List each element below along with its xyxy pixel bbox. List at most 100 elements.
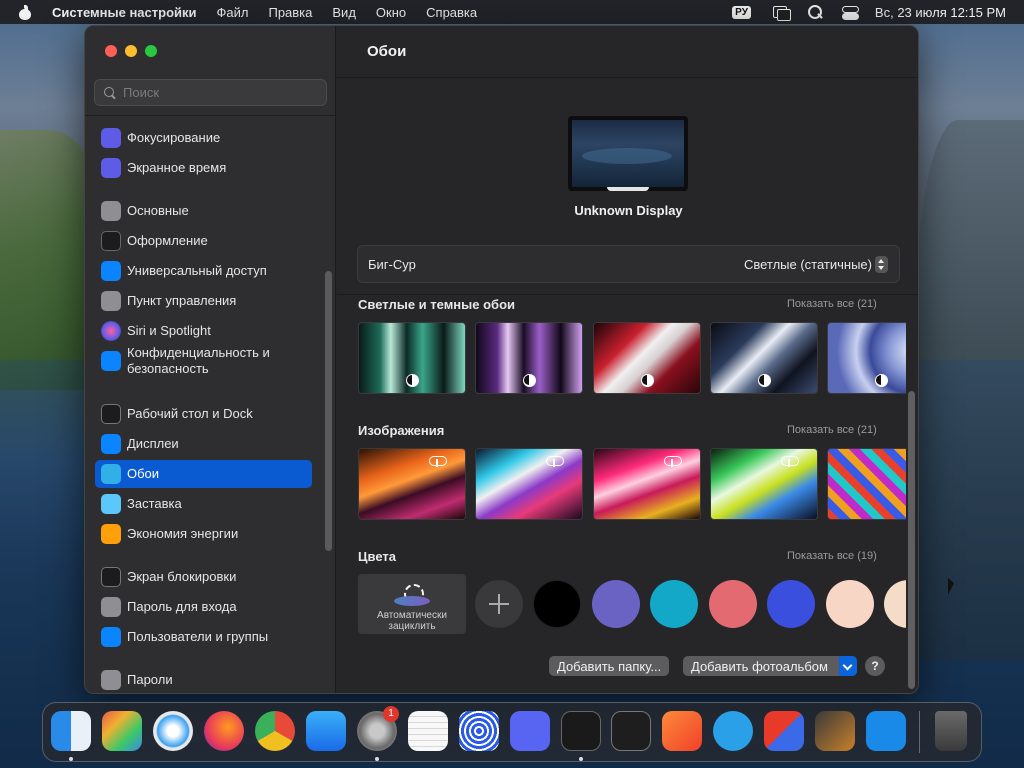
garageband-icon[interactable] <box>815 711 855 751</box>
wallpaper-thumbnail[interactable] <box>358 322 466 394</box>
sidebar-item-focus[interactable]: Фокусирование <box>95 124 312 152</box>
download-cloud-icon <box>546 453 564 467</box>
zoom-button[interactable] <box>145 45 157 57</box>
sidebar-item-users-groups[interactable]: Пользователи и группы <box>95 623 312 651</box>
menu-bar: Системные настройки Файл Правка Вид Окно… <box>0 0 1024 24</box>
add-album-label: Добавить фотоальбом <box>691 658 828 674</box>
vscode-icon[interactable] <box>866 711 906 751</box>
wallpaper-thumbnail[interactable] <box>827 322 906 394</box>
trash-icon[interactable] <box>935 711 967 751</box>
sidebar-item-label: Пользователи и группы <box>127 629 269 644</box>
parallels-icon[interactable] <box>764 711 804 751</box>
sidebar-item-screen-time[interactable]: Экранное время <box>95 154 312 182</box>
sidebar-item-privacy-security[interactable]: Конфиденциальность и безопасность <box>95 341 312 381</box>
download-cloud-icon <box>429 453 447 467</box>
telegram-icon[interactable] <box>713 711 753 751</box>
menu-clock[interactable]: Вс, 23 июля 12:15 PM <box>875 5 1006 20</box>
discord-icon[interactable] <box>510 711 550 751</box>
wallpaper-thumbnail[interactable] <box>475 322 583 394</box>
auto-rotate-label: Автоматически зациклить <box>377 610 447 632</box>
sidebar-item-label: Конфиденциальность и безопасность <box>127 345 270 376</box>
wallpaper-thumbnail[interactable] <box>358 448 466 520</box>
add-folder-button[interactable]: Добавить папку... <box>549 656 669 676</box>
sidebar-item-wallpaper[interactable]: Обои <box>95 460 312 488</box>
sidebar-item-accessibility[interactable]: Универсальный доступ <box>95 257 312 285</box>
color-swatch[interactable] <box>767 580 815 628</box>
page-title: Обои <box>367 43 407 60</box>
menu-app-name[interactable]: Системные настройки <box>46 5 207 20</box>
control-center-icon[interactable] <box>839 4 861 20</box>
textedit-icon[interactable] <box>408 711 448 751</box>
sidebar-scrollbar[interactable] <box>325 271 332 551</box>
wallpaper-thumbnail[interactable] <box>593 448 701 520</box>
wallpaper-thumbnail[interactable] <box>593 322 701 394</box>
sidebar-item-login-password[interactable]: Пароль для входа <box>95 593 312 621</box>
app-store-icon[interactable] <box>306 711 346 751</box>
wallpaper-mode-select[interactable]: Светлые (статичные) <box>744 257 872 272</box>
running-indicator <box>375 757 379 761</box>
siri-icon <box>101 321 121 341</box>
sidebar-item-lock-screen[interactable]: Экран блокировки <box>95 563 312 591</box>
spotlight-search-icon[interactable] <box>805 4 827 20</box>
section-title: Изображения <box>358 423 445 438</box>
menu-window[interactable]: Окно <box>366 5 416 20</box>
sidebar-item-displays[interactable]: Дисплеи <box>95 430 312 458</box>
swift-playgrounds-icon[interactable] <box>662 711 702 751</box>
apple-icon[interactable] <box>18 4 32 20</box>
firefox-icon[interactable] <box>204 711 244 751</box>
input-source-indicator[interactable]: РУ <box>732 5 751 19</box>
simulator-icon[interactable] <box>459 711 499 751</box>
color-swatch[interactable] <box>884 580 906 628</box>
safari-icon[interactable] <box>153 711 193 751</box>
chevron-down-icon[interactable] <box>839 656 857 676</box>
console-icon[interactable] <box>611 711 651 751</box>
sidebar-item-label: Дисплеи <box>127 436 179 451</box>
cycle-icon <box>394 582 430 606</box>
wallpaper-thumbnail[interactable] <box>710 448 818 520</box>
search-icon <box>102 85 118 101</box>
show-all-button[interactable]: Показать все (19) <box>787 550 877 562</box>
menu-view[interactable]: Вид <box>322 5 366 20</box>
search-field[interactable] <box>94 79 327 106</box>
content-scrollbar[interactable] <box>908 391 915 689</box>
sidebar-item-appearance[interactable]: Оформление <box>95 227 312 255</box>
moon-icon <box>101 128 121 148</box>
screen-mirroring-icon[interactable] <box>771 4 793 21</box>
thumbnail-strip <box>358 322 906 394</box>
lock-icon <box>101 597 121 617</box>
auto-rotate-tile[interactable]: Автоматически зациклить <box>358 574 466 634</box>
running-indicator <box>69 757 73 761</box>
chrome-icon[interactable] <box>255 711 295 751</box>
sidebar-item-screen-saver[interactable]: Заставка <box>95 490 312 518</box>
light-dark-icon <box>641 374 654 387</box>
sidebar-item-desktop-dock[interactable]: Рабочий стол и Dock <box>95 400 312 428</box>
menu-edit[interactable]: Правка <box>258 5 322 20</box>
finder-icon[interactable] <box>51 711 91 751</box>
sidebar-item-passwords[interactable]: Пароли <box>95 666 312 693</box>
sidebar-item-general[interactable]: Основные <box>95 197 312 225</box>
help-button[interactable]: ? <box>865 656 885 676</box>
wallpaper-thumbnail[interactable] <box>710 322 818 394</box>
updown-chevron-icon[interactable] <box>875 256 888 273</box>
color-swatch[interactable] <box>650 580 698 628</box>
color-swatch[interactable] <box>533 580 581 628</box>
show-all-button[interactable]: Показать все (21) <box>787 424 877 436</box>
menu-help[interactable]: Справка <box>416 5 487 20</box>
sun-icon <box>101 434 121 454</box>
wallpaper-thumbnail[interactable] <box>475 448 583 520</box>
minimize-button[interactable] <box>125 45 137 57</box>
color-swatch[interactable] <box>592 580 640 628</box>
terminal-icon[interactable] <box>561 711 601 751</box>
show-all-button[interactable]: Показать все (21) <box>787 298 877 310</box>
close-button[interactable] <box>105 45 117 57</box>
add-album-button[interactable]: Добавить фотоальбом <box>683 656 857 676</box>
color-swatch[interactable] <box>826 580 874 628</box>
search-input[interactable] <box>123 85 313 100</box>
add-color-button[interactable] <box>475 580 523 628</box>
wallpaper-thumbnail[interactable] <box>827 448 906 520</box>
color-swatch[interactable] <box>709 580 757 628</box>
sidebar-item-control-center[interactable]: Пункт управления <box>95 287 312 315</box>
launchpad-icon[interactable] <box>102 711 142 751</box>
sidebar-item-energy-saver[interactable]: Экономия энергии <box>95 520 312 548</box>
menu-file[interactable]: Файл <box>207 5 259 20</box>
